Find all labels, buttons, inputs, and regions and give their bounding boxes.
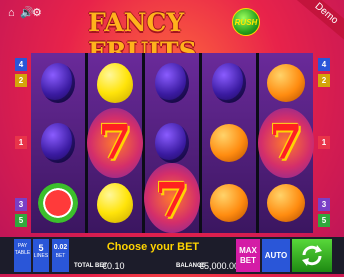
- reel-1: [31, 53, 85, 233]
- reel-2: 7: [87, 53, 143, 233]
- bet-value: 0.02: [53, 244, 68, 251]
- line-marker-right: 1: [318, 136, 330, 149]
- total-bet-value: €0.10: [102, 261, 125, 271]
- plum-icon: [41, 123, 75, 163]
- line-marker-right: 2: [318, 74, 330, 87]
- orange-symbol: [260, 175, 312, 231]
- rush-badge: RUSH: [232, 8, 260, 36]
- lines-button[interactable]: 5 LINES: [33, 239, 49, 272]
- line-marker-right: 5: [318, 214, 330, 227]
- seven-symbol: 7: [269, 115, 303, 171]
- line-marker-right: 3: [318, 198, 330, 211]
- max-bet-button[interactable]: MAX BET: [236, 239, 260, 272]
- plum-symbol: [203, 55, 255, 111]
- paytable-label-2: TABLE: [14, 250, 31, 256]
- reel-3: 7: [144, 53, 200, 233]
- lemon-icon: [97, 63, 133, 103]
- watermelon-symbol: [32, 175, 84, 231]
- bet-label: BET: [55, 253, 66, 259]
- control-bar: PAY TABLE 5 LINES 0.02 BET Choose your B…: [0, 237, 344, 274]
- line-marker-left: 4: [15, 58, 27, 71]
- paytable-label-1: PAY: [17, 243, 28, 249]
- plum-symbol: [32, 115, 84, 171]
- lines-label: LINES: [33, 253, 49, 259]
- lines-value: 5: [38, 243, 44, 253]
- top-bar: ⌂ 🔊 ⚙ FANCY FRUITS RUSH Demo: [0, 0, 344, 66]
- watermelon-icon: [38, 183, 78, 223]
- orange-symbol: [260, 55, 312, 111]
- orange-icon: [267, 184, 305, 222]
- reel-5: 7: [258, 53, 314, 233]
- autoplay-button[interactable]: AUTO: [262, 239, 290, 272]
- paytable-button[interactable]: PAY TABLE: [14, 239, 31, 272]
- reel-4: [202, 53, 256, 233]
- home-icon[interactable]: ⌂: [8, 8, 15, 19]
- lemon-icon: [97, 183, 133, 223]
- orange-icon: [210, 184, 248, 222]
- orange-symbol: [203, 175, 255, 231]
- line-marker-right: 4: [318, 58, 330, 71]
- balance-value: €5,000.00: [199, 261, 240, 271]
- line-marker-left: 3: [15, 198, 27, 211]
- orange-icon: [210, 124, 248, 162]
- seven-symbol: 7: [155, 173, 189, 229]
- demo-ribbon: Demo: [290, 0, 344, 46]
- plum-symbol: [32, 55, 84, 111]
- plum-icon: [212, 63, 246, 103]
- line-marker-left: 2: [15, 74, 27, 87]
- lemon-symbol: [89, 55, 141, 111]
- lemon-symbol: [89, 175, 141, 231]
- orange-icon: [267, 64, 305, 102]
- plum-symbol: [146, 55, 198, 111]
- settings-icon[interactable]: ⚙: [32, 8, 42, 19]
- line-marker-left: 1: [15, 136, 27, 149]
- line-marker-left: 5: [15, 214, 27, 227]
- spin-button[interactable]: [292, 239, 332, 272]
- bet-button[interactable]: 0.02 BET: [52, 239, 69, 272]
- max-bet-label-2: BET: [240, 256, 256, 265]
- status-message: Choose your BET: [106, 241, 200, 253]
- orange-symbol: [203, 115, 255, 171]
- plum-icon: [155, 63, 189, 103]
- plum-icon: [155, 123, 189, 163]
- game-logo: FANCY FRUITS RUSH: [84, 6, 264, 66]
- spin-arrows-icon: [302, 245, 322, 266]
- seven-symbol: 7: [98, 115, 132, 171]
- reel-area: 7 7 7: [31, 53, 314, 233]
- plum-icon: [41, 63, 75, 103]
- max-bet-label-1: MAX: [239, 246, 257, 255]
